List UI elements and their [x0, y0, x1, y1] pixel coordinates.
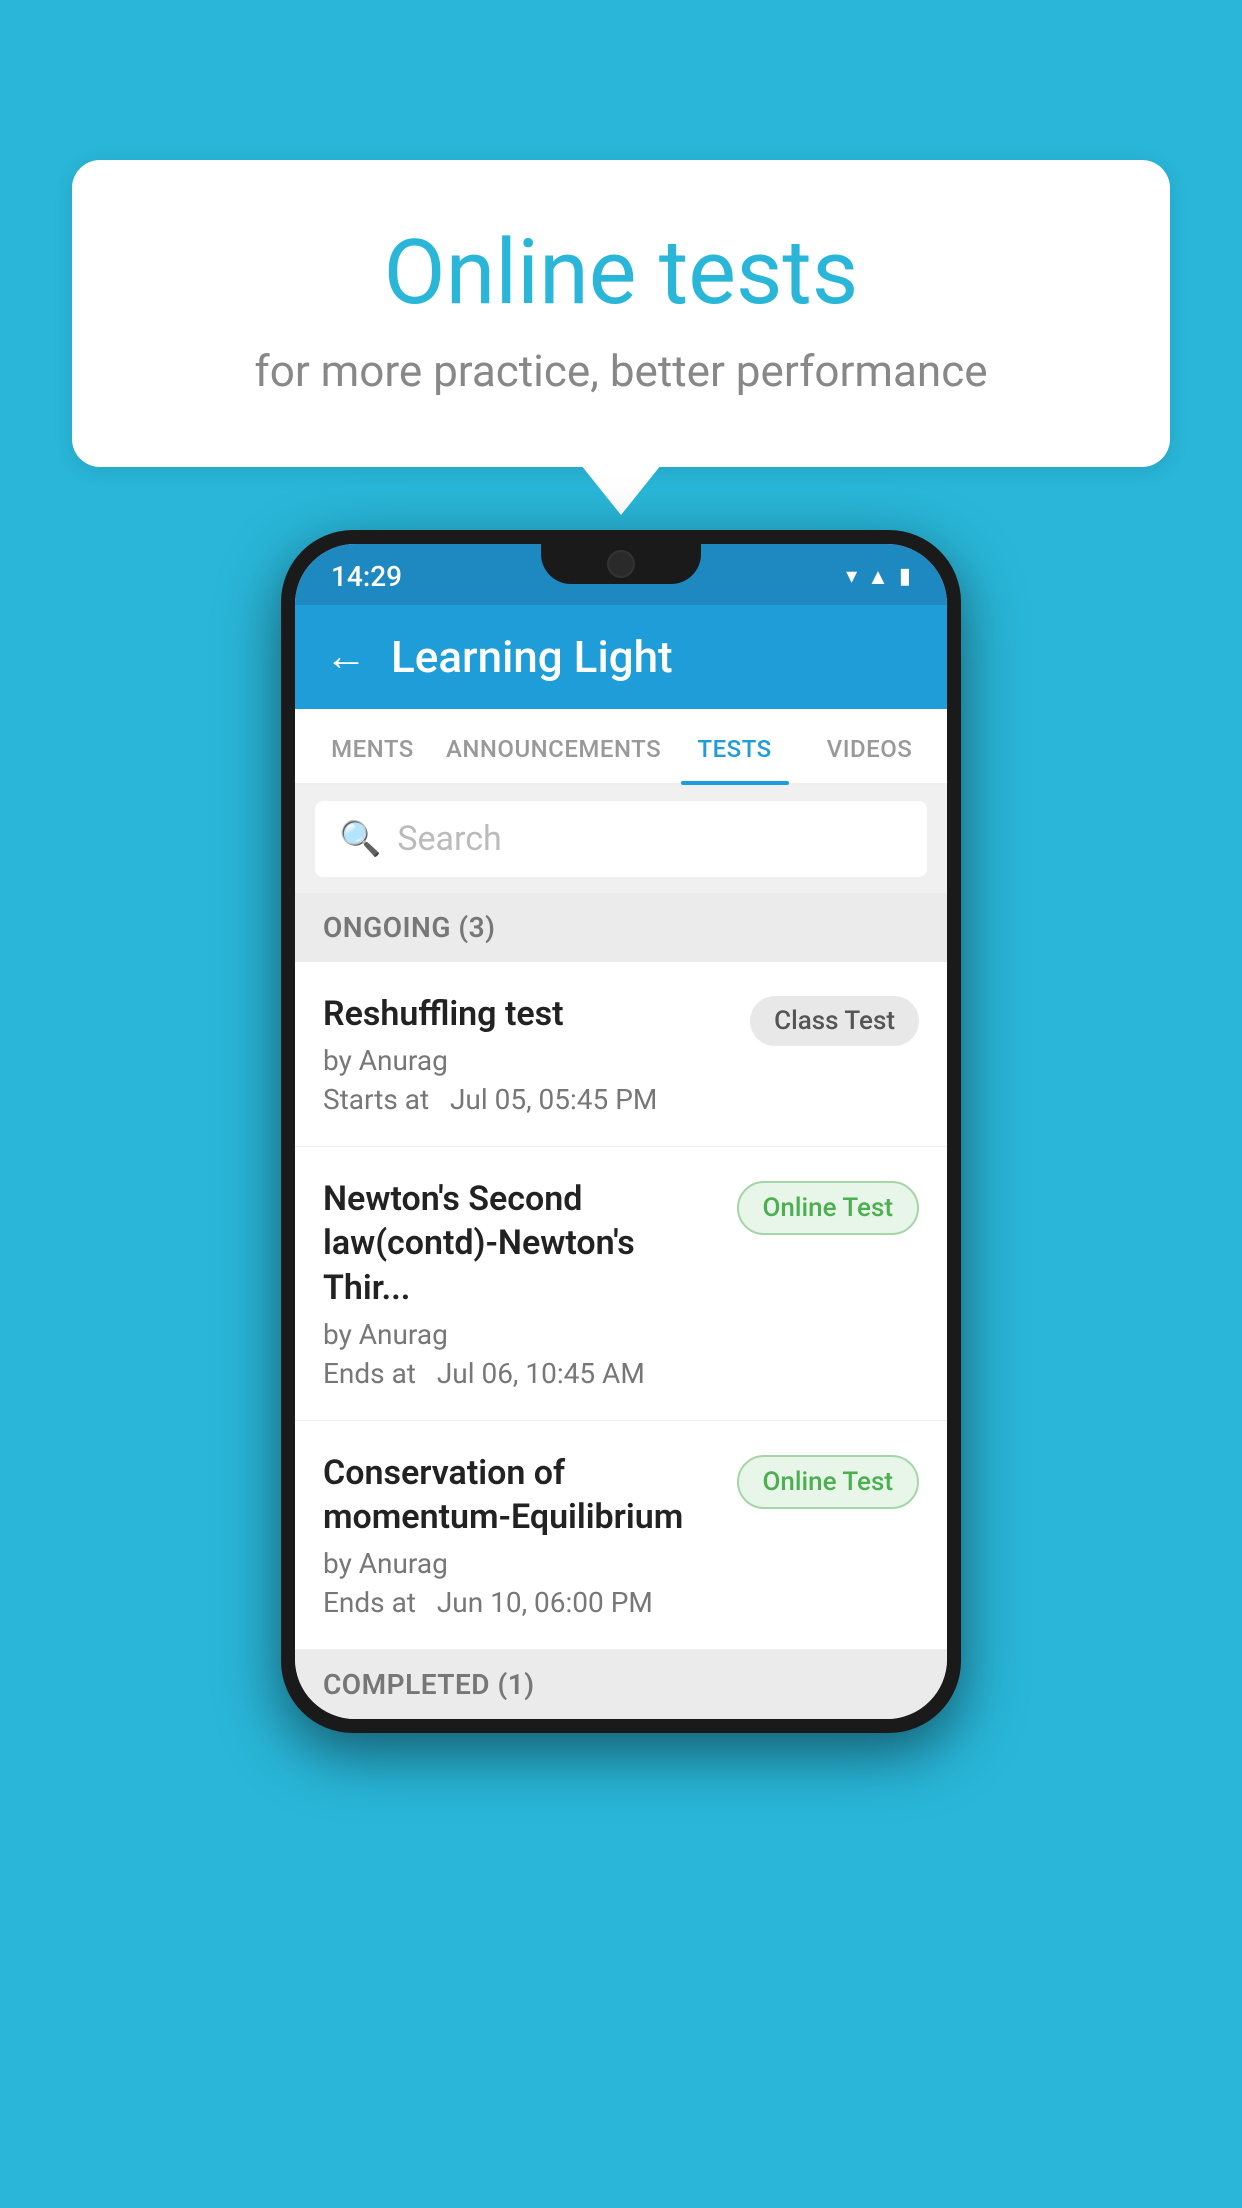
- phone-notch: [541, 544, 701, 584]
- status-time: 14:29: [331, 560, 402, 593]
- completed-section-header: COMPLETED (1): [295, 1650, 947, 1719]
- test-time-2: Ends at Jul 06, 10:45 AM: [323, 1357, 717, 1390]
- app-header: ← Learning Light: [295, 605, 947, 709]
- tab-videos[interactable]: VIDEOS: [802, 709, 937, 783]
- test-time-value-1: Jul 05, 05:45 PM: [450, 1083, 657, 1116]
- search-bar[interactable]: 🔍 Search: [315, 801, 927, 877]
- test-name-2: Newton's Second law(contd)-Newton's Thir…: [323, 1177, 717, 1310]
- tab-ments[interactable]: MENTS: [305, 709, 440, 783]
- test-by-3: by Anurag: [323, 1547, 717, 1580]
- test-list: Reshuffling test by Anurag Starts at Jul…: [295, 962, 947, 1650]
- test-item-1[interactable]: Reshuffling test by Anurag Starts at Jul…: [295, 962, 947, 1147]
- test-badge-1: Class Test: [750, 996, 919, 1046]
- test-name-1: Reshuffling test: [323, 992, 730, 1036]
- battery-icon: ▮: [899, 564, 911, 589]
- test-info-3: Conservation of momentum-Equilibrium by …: [323, 1451, 737, 1619]
- app-title: Learning Light: [391, 631, 673, 683]
- status-icons: ▾ ▲ ▮: [846, 564, 911, 590]
- test-item-3[interactable]: Conservation of momentum-Equilibrium by …: [295, 1421, 947, 1650]
- search-placeholder: Search: [397, 819, 501, 859]
- test-info-1: Reshuffling test by Anurag Starts at Jul…: [323, 992, 750, 1116]
- signal-icon: ▲: [867, 564, 889, 590]
- phone-mockup: 14:29 ▾ ▲ ▮ ← Learning Light MENTS ANNOU…: [281, 530, 961, 1733]
- test-by-1: by Anurag: [323, 1044, 730, 1077]
- bubble-subtitle: for more practice, better performance: [152, 345, 1090, 397]
- promo-bubble: Online tests for more practice, better p…: [72, 160, 1170, 467]
- test-name-3: Conservation of momentum-Equilibrium: [323, 1451, 717, 1539]
- search-icon: 🔍: [339, 819, 381, 859]
- wifi-icon: ▾: [846, 564, 857, 589]
- test-badge-2: Online Test: [737, 1181, 920, 1235]
- test-badge-3: Online Test: [737, 1455, 920, 1509]
- test-time-value-2: Jul 06, 10:45 AM: [437, 1357, 645, 1390]
- tab-announcements[interactable]: ANNOUNCEMENTS: [440, 709, 667, 783]
- test-time-label-2: Ends at: [323, 1357, 416, 1390]
- search-bar-wrap: 🔍 Search: [295, 785, 947, 893]
- tab-bar: MENTS ANNOUNCEMENTS TESTS VIDEOS: [295, 709, 947, 785]
- phone-screen: 14:29 ▾ ▲ ▮ ← Learning Light MENTS ANNOU…: [295, 544, 947, 1719]
- back-arrow-icon[interactable]: ←: [325, 636, 367, 678]
- test-time-label-3: Ends at: [323, 1586, 416, 1619]
- test-time-label-1: Starts at: [323, 1083, 429, 1116]
- test-info-2: Newton's Second law(contd)-Newton's Thir…: [323, 1177, 737, 1390]
- test-item-2[interactable]: Newton's Second law(contd)-Newton's Thir…: [295, 1147, 947, 1421]
- phone-outer: 14:29 ▾ ▲ ▮ ← Learning Light MENTS ANNOU…: [281, 530, 961, 1733]
- bubble-title: Online tests: [152, 220, 1090, 325]
- ongoing-section-header: ONGOING (3): [295, 893, 947, 962]
- test-by-2: by Anurag: [323, 1318, 717, 1351]
- test-time-1: Starts at Jul 05, 05:45 PM: [323, 1083, 730, 1116]
- test-time-value-3: Jun 10, 06:00 PM: [437, 1586, 653, 1619]
- tab-tests[interactable]: TESTS: [667, 709, 802, 783]
- phone-camera: [607, 550, 635, 578]
- test-time-3: Ends at Jun 10, 06:00 PM: [323, 1586, 717, 1619]
